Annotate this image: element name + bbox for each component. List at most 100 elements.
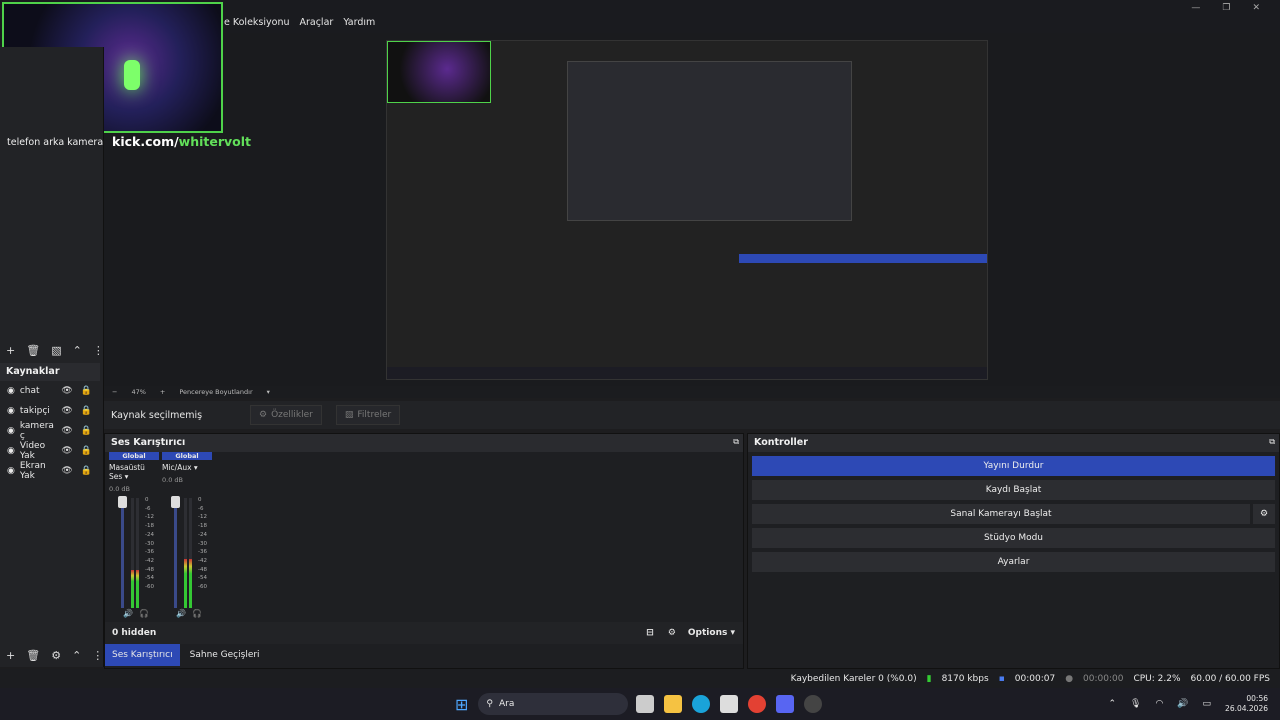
studio-mode-button[interactable]: Stüdyo Modu <box>752 528 1275 548</box>
nested-camera <box>387 41 491 103</box>
volume-handle[interactable] <box>118 496 127 508</box>
globe-icon: ◉ <box>7 386 15 396</box>
menu-help[interactable]: Yardım <box>343 17 375 31</box>
filter-scene-icon[interactable]: ▧ <box>51 344 61 357</box>
more-icon[interactable]: ⋮ <box>93 344 104 357</box>
store-icon[interactable] <box>720 695 739 713</box>
filters-button[interactable]: ▧ Filtreler <box>335 405 401 425</box>
zoom-out-icon[interactable]: − <box>112 388 117 396</box>
source-item[interactable]: ◉ Video Yak 👁 🔒 <box>0 441 100 461</box>
tab-audio-mixer[interactable]: Ses Karıştırıcı <box>105 644 180 666</box>
advanced-audio-icon[interactable]: ⚙ <box>668 628 676 638</box>
source-list: ◉ chat 👁 🔒 ◉ takipçi 👁 🔒 ◉ kamera ç 👁 🔒 ◉ Video Yak 👁 🔒… <box>0 381 100 481</box>
globe-icon: ◉ <box>7 406 15 416</box>
eye-icon[interactable]: 👁 <box>61 446 72 456</box>
volume-slider[interactable] <box>174 498 177 608</box>
monitor-icon[interactable]: 🎧 <box>192 609 202 618</box>
meter-ticks: 0 -6 -12 -18 -24 -30 -36 -42 -48 -54 -60 <box>198 496 207 592</box>
options-button[interactable]: Options ▾ <box>688 628 735 638</box>
task-view-icon[interactable] <box>636 695 655 713</box>
add-scene-icon[interactable]: + <box>6 344 15 357</box>
chevron-down-icon[interactable]: ▾ <box>267 388 270 396</box>
eye-icon[interactable]: 👁 <box>61 406 72 416</box>
lock-icon[interactable]: 🔒 <box>81 446 92 456</box>
fps: 60.00 / 60.00 FPS <box>1190 673 1270 684</box>
lock-icon[interactable]: 🔒 <box>81 406 92 416</box>
search-icon: ⚲ <box>486 699 493 709</box>
mic-icon[interactable]: 🎙 <box>1130 699 1141 709</box>
add-source-icon[interactable]: + <box>6 649 15 662</box>
source-item[interactable]: ◉ kamera ç 👁 🔒 <box>0 421 100 441</box>
properties-button[interactable]: ⚙ Özellikler <box>250 405 322 425</box>
virtual-camera-settings-icon[interactable]: ⚙ <box>1253 504 1275 524</box>
bitrate: 8170 kbps <box>941 673 989 684</box>
battery-icon[interactable]: ▭ <box>1203 699 1212 709</box>
close-icon[interactable]: ✕ <box>1252 3 1260 13</box>
scene-item[interactable]: telefon arka kamera <box>7 137 103 148</box>
settings-button[interactable]: Ayarlar <box>752 552 1275 572</box>
source-item[interactable]: ◉ takipçi 👁 🔒 <box>0 401 100 421</box>
monitor-icon[interactable]: 🎧 <box>139 609 149 618</box>
tick-label: -42 <box>198 557 207 564</box>
clock[interactable]: 00:56 26.04.2026 <box>1225 694 1268 714</box>
channel-scope: Global <box>109 452 159 460</box>
eye-icon[interactable]: 👁 <box>61 466 72 476</box>
menu-tools[interactable]: Araçlar <box>299 17 333 31</box>
cpu-usage: CPU: 2.2% <box>1133 673 1181 684</box>
sources-toolbar: + 🗑 ⚙ ⌃ ⋮ <box>0 646 104 664</box>
nested-stop-button <box>739 254 987 263</box>
source-more-icon[interactable]: ⋮ <box>92 649 103 662</box>
undock-icon[interactable]: ⧉ <box>733 437 739 447</box>
lock-icon[interactable]: 🔒 <box>81 386 92 396</box>
vu-meter <box>131 498 134 608</box>
source-label: Ekran Yak <box>19 461 46 481</box>
discord-icon[interactable] <box>776 695 795 713</box>
chrome-icon[interactable] <box>748 695 767 713</box>
windows-start-icon[interactable]: ⊞ <box>455 695 468 714</box>
menu-scene-collection[interactable]: e Koleksiyonu <box>224 17 289 31</box>
zoom-in-icon[interactable]: + <box>160 388 165 396</box>
tick-label: -24 <box>145 531 154 538</box>
edge-icon[interactable] <box>692 695 711 713</box>
taskbar-search[interactable]: ⚲ Ara <box>478 693 629 715</box>
tick-label: -48 <box>198 566 207 573</box>
mute-icon[interactable]: 🔊 <box>176 609 186 618</box>
start-recording-button[interactable]: Kaydı Başlat <box>752 480 1275 500</box>
source-item[interactable]: ◉ chat 👁 🔒 <box>0 381 100 401</box>
dock-tabs: Ses Karıştırıcı Sahne Geçişleri <box>105 644 743 666</box>
source-item[interactable]: ◉ Ekran Yak 👁 🔒 <box>0 461 100 481</box>
chevron-up-icon[interactable]: ⌃ <box>1108 699 1116 709</box>
stop-streaming-button[interactable]: Yayını Durdur <box>752 456 1275 476</box>
eye-icon[interactable]: 👁 <box>61 426 72 436</box>
file-explorer-icon[interactable] <box>664 695 683 713</box>
minimize-icon[interactable]: — <box>1191 3 1200 13</box>
eye-icon[interactable]: 👁 <box>61 386 72 396</box>
mute-icon[interactable]: 🔊 <box>123 609 133 618</box>
volume-icon[interactable]: 🔊 <box>1177 699 1188 709</box>
source-label: kamera ç <box>19 421 54 441</box>
source-settings-icon[interactable]: ⚙ <box>51 649 61 662</box>
lock-icon[interactable]: 🔒 <box>81 426 92 436</box>
layout-icon[interactable]: ⊟ <box>646 628 654 638</box>
wifi-icon[interactable]: ◠ <box>1155 699 1163 709</box>
vu-fill <box>136 569 139 608</box>
tick-label: -12 <box>145 514 154 521</box>
undock-controls-icon[interactable]: ⧉ <box>1269 437 1275 447</box>
zoom-value: 47% <box>131 388 146 396</box>
obs-icon[interactable] <box>804 695 823 713</box>
channel-name[interactable]: Mic/Aux ▾ <box>162 463 212 472</box>
move-source-up-icon[interactable]: ⌃ <box>72 649 81 662</box>
lock-icon[interactable]: 🔒 <box>81 466 92 476</box>
zoom-mode[interactable]: Pencereye Boyutlandır <box>179 388 252 396</box>
volume-slider[interactable] <box>121 498 124 608</box>
remove-scene-icon[interactable]: 🗑 <box>26 344 40 357</box>
move-up-icon[interactable]: ⌃ <box>73 344 82 357</box>
start-virtual-camera-button[interactable]: Sanal Kamerayı Başlat <box>752 504 1250 524</box>
volume-handle[interactable] <box>171 496 180 508</box>
channel-name[interactable]: Masaüstü Ses ▾ <box>109 463 159 481</box>
preview-canvas[interactable] <box>386 40 988 380</box>
tab-scene-transitions[interactable]: Sahne Geçişleri <box>180 644 270 666</box>
remove-source-icon[interactable]: 🗑 <box>26 649 40 662</box>
maximize-icon[interactable]: ❐ <box>1222 3 1230 13</box>
zoom-bar: − 47% + Pencereye Boyutlandır ▾ <box>104 386 1280 398</box>
